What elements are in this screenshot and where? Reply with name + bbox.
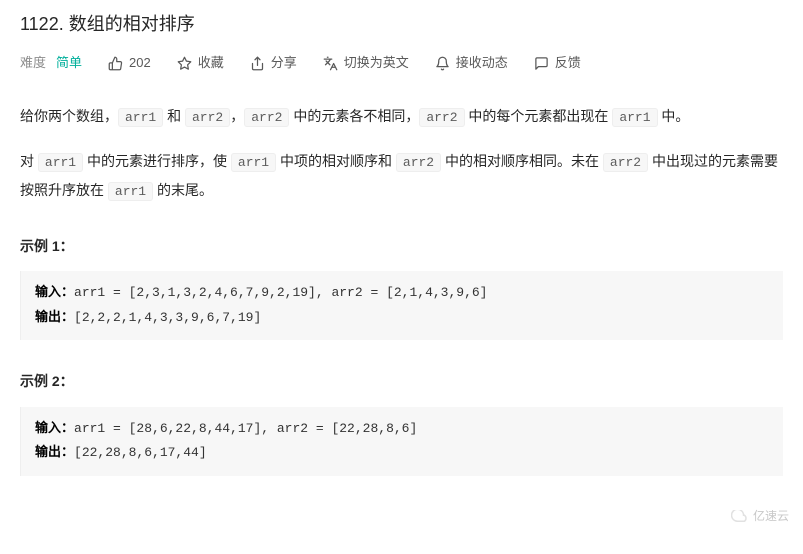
- cloud-icon: [731, 510, 749, 522]
- code-arr1: arr1: [612, 108, 657, 127]
- notifications-button[interactable]: 接收动态: [435, 53, 508, 74]
- translate-icon: [323, 56, 338, 71]
- favorite-button[interactable]: 收藏: [177, 53, 224, 74]
- difficulty-value: 简单: [56, 53, 82, 74]
- feedback-label: 反馈: [555, 53, 581, 74]
- message-icon: [534, 56, 549, 71]
- thumbs-up-icon: [108, 56, 123, 71]
- code-arr2: arr2: [185, 108, 230, 127]
- share-label: 分享: [271, 53, 297, 74]
- switch-language-button[interactable]: 切换为英文: [323, 53, 409, 74]
- difficulty-label: 难度: [20, 53, 46, 74]
- code-arr2: arr2: [419, 108, 464, 127]
- share-button[interactable]: 分享: [250, 53, 297, 74]
- output-label: 输出：: [35, 445, 74, 460]
- example-2-output: [22,28,8,6,17,44]: [74, 445, 207, 460]
- example-2-title: 示例 2：: [20, 370, 783, 392]
- input-label: 输入：: [35, 421, 74, 436]
- description-paragraph-2: 对 arr1 中的元素进行排序，使 arr1 中项的相对顺序和 arr2 中的相…: [20, 147, 783, 205]
- code-arr1: arr1: [118, 108, 163, 127]
- output-label: 输出：: [35, 310, 74, 325]
- feedback-button[interactable]: 反馈: [534, 53, 581, 74]
- code-arr1: arr1: [108, 182, 153, 201]
- watermark: 亿速云: [731, 507, 789, 526]
- difficulty: 难度 简单: [20, 53, 82, 74]
- code-arr2: arr2: [244, 108, 289, 127]
- share-icon: [250, 56, 265, 71]
- code-arr1: arr1: [231, 153, 276, 172]
- example-1-title: 示例 1：: [20, 235, 783, 257]
- example-2-input: arr1 = [28,6,22,8,44,17], arr2 = [22,28,…: [74, 421, 417, 436]
- favorite-label: 收藏: [198, 53, 224, 74]
- like-count: 202: [129, 53, 151, 74]
- example-2-block: 输入：arr1 = [28,6,22,8,44,17], arr2 = [22,…: [20, 407, 783, 476]
- meta-bar: 难度 简单 202 收藏 分享 切换为英文 接收动态 反: [20, 53, 783, 74]
- watermark-text: 亿速云: [753, 507, 789, 526]
- problem-title: 1122. 数组的相对排序: [20, 10, 783, 39]
- star-icon: [177, 56, 192, 71]
- switch-language-label: 切换为英文: [344, 53, 409, 74]
- notifications-label: 接收动态: [456, 53, 508, 74]
- bell-icon: [435, 56, 450, 71]
- input-label: 输入：: [35, 285, 74, 300]
- code-arr1: arr1: [38, 153, 83, 172]
- example-1-block: 输入：arr1 = [2,3,1,3,2,4,6,7,9,2,19], arr2…: [20, 271, 783, 340]
- code-arr2: arr2: [396, 153, 441, 172]
- code-arr2: arr2: [603, 153, 648, 172]
- like-button[interactable]: 202: [108, 53, 151, 74]
- description-paragraph-1: 给你两个数组，arr1 和 arr2，arr2 中的元素各不相同，arr2 中的…: [20, 102, 783, 131]
- example-1-output: [2,2,2,1,4,3,3,9,6,7,19]: [74, 310, 261, 325]
- example-1-input: arr1 = [2,3,1,3,2,4,6,7,9,2,19], arr2 = …: [74, 285, 487, 300]
